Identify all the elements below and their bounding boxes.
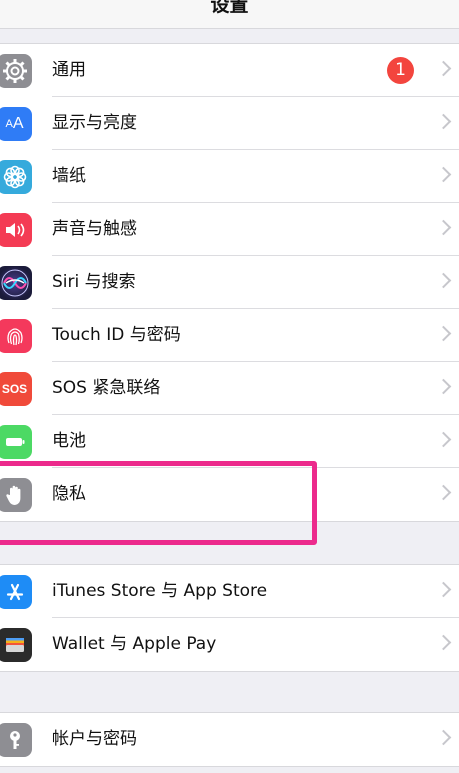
chevron-right-icon	[435, 272, 452, 289]
wallet-icon	[0, 628, 32, 662]
settings-group-stores: iTunes Store 与 App Store Wallet 与 Apple …	[0, 564, 459, 672]
chevron-right-icon	[435, 729, 452, 746]
page-title: 设置	[210, 0, 249, 16]
text-size-icon: AA	[0, 107, 32, 141]
hand-icon	[0, 478, 32, 512]
settings-row-wallpaper[interactable]: 墙纸	[0, 150, 459, 203]
settings-row-label: 电池	[52, 431, 86, 451]
settings-group-accounts: 帐户与密码	[0, 712, 459, 767]
settings-row-label: 墙纸	[52, 166, 86, 186]
battery-icon	[0, 425, 32, 459]
flower-icon	[0, 160, 32, 194]
settings-row-label: iTunes Store 与 App Store	[52, 581, 268, 601]
sos-icon: SOS	[0, 372, 32, 406]
chevron-right-icon	[435, 60, 452, 77]
chevron-right-icon	[435, 113, 452, 130]
settings-row-wallet[interactable]: Wallet 与 Apple Pay	[0, 618, 459, 671]
settings-row-label: 显示与亮度	[52, 113, 137, 133]
chevron-right-icon	[435, 378, 452, 395]
gear-icon	[0, 54, 32, 88]
siri-icon	[0, 266, 32, 300]
settings-group-main: 通用 1 AA 显示与亮度 墙纸 声音与触感 Siri 与搜索 Touch ID…	[0, 43, 459, 522]
settings-row-battery[interactable]: 电池	[0, 415, 459, 468]
notification-badge: 1	[387, 57, 414, 84]
settings-row-siri[interactable]: Siri 与搜索	[0, 256, 459, 309]
chevron-right-icon	[435, 581, 452, 598]
key-icon	[0, 723, 32, 757]
settings-row-app-store[interactable]: iTunes Store 与 App Store	[0, 565, 459, 618]
settings-row-display[interactable]: AA 显示与亮度	[0, 97, 459, 150]
chevron-right-icon	[435, 484, 452, 501]
settings-row-label: Siri 与搜索	[52, 272, 136, 292]
chevron-right-icon	[435, 431, 452, 448]
navigation-bar: 设置	[0, 0, 459, 29]
settings-row-label: 隐私	[52, 484, 86, 504]
settings-row-label: SOS 紧急联络	[52, 378, 161, 398]
settings-row-touch-id[interactable]: Touch ID 与密码	[0, 309, 459, 362]
settings-row-label: Wallet 与 Apple Pay	[52, 634, 217, 654]
settings-row-sounds[interactable]: 声音与触感	[0, 203, 459, 256]
chevron-right-icon	[435, 325, 452, 342]
settings-row-general[interactable]: 通用 1	[0, 44, 459, 97]
settings-row-label: 通用	[52, 60, 86, 80]
fingerprint-icon	[0, 319, 32, 353]
settings-row-label: Touch ID 与密码	[52, 325, 181, 345]
settings-row-accounts[interactable]: 帐户与密码	[0, 713, 459, 766]
chevron-right-icon	[435, 219, 452, 236]
settings-row-sos[interactable]: SOS SOS 紧急联络	[0, 362, 459, 415]
settings-row-label: 声音与触感	[52, 219, 137, 239]
app-store-icon	[0, 575, 32, 609]
speaker-icon	[0, 213, 32, 247]
chevron-right-icon	[435, 634, 452, 651]
chevron-right-icon	[435, 166, 452, 183]
settings-row-privacy[interactable]: 隐私	[0, 468, 459, 521]
settings-row-label: 帐户与密码	[52, 729, 137, 749]
